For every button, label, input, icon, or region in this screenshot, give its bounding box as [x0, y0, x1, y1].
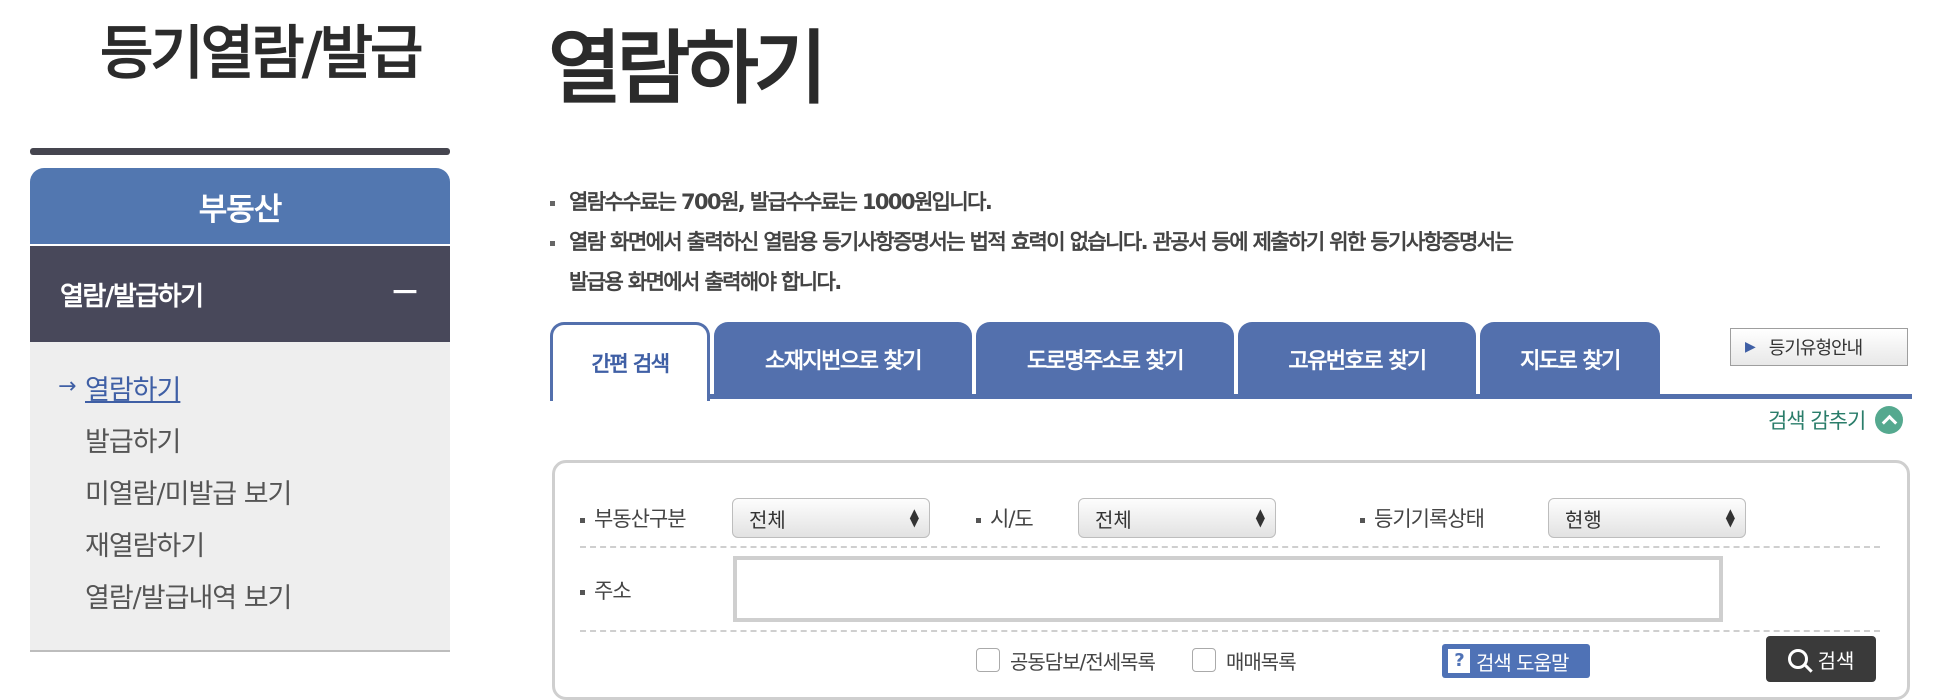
sidebar-item-issue[interactable]: 발급하기: [85, 420, 181, 459]
tab-simple-search[interactable]: 간편 검색: [550, 322, 710, 401]
record-status-label: 등기기록상태: [1360, 503, 1485, 533]
sidebar-section-header[interactable]: 부동산: [30, 168, 450, 244]
notice-legal-cont: 발급용 화면에서 출력해야 합니다.: [569, 270, 842, 294]
property-type-select[interactable]: 전체 ▲ ▼: [732, 498, 930, 538]
tab-lot-number[interactable]: 소재지번으로 찾기: [714, 322, 972, 396]
page-title: 열람하기: [548, 22, 827, 115]
address-input[interactable]: [733, 556, 1723, 622]
question-icon: ?: [1448, 649, 1470, 673]
sido-label: 시/도: [976, 503, 1034, 533]
collapse-search-button[interactable]: 검색 감추기: [1768, 405, 1904, 435]
sidebar-divider: [30, 148, 450, 155]
notice-legal: 열람 화면에서 출력하신 열람용 등기사항증명서는 법적 효력이 없습니다. 관…: [550, 226, 1514, 256]
chevron-up-icon: [1875, 406, 1904, 434]
tab-unique-number[interactable]: 고유번호로 찾기: [1238, 322, 1476, 396]
sidebar-group-header[interactable]: 열람/발급하기 －: [30, 246, 450, 342]
search-help-label: 검색 도움말: [1476, 650, 1569, 675]
select-arrow-icon: ▲ ▼: [1255, 506, 1265, 529]
arrow-right-icon: →: [58, 374, 77, 399]
tab-map[interactable]: 지도로 찾기: [1480, 322, 1660, 396]
chevron-right-icon: ▶: [1745, 339, 1756, 355]
sido-select[interactable]: 전체 ▲ ▼: [1078, 498, 1276, 538]
registry-type-guide-button[interactable]: ▶ 등기유형안내: [1730, 328, 1908, 366]
select-arrow-icon: ▲ ▼: [1725, 506, 1735, 529]
row-divider: [580, 630, 1880, 632]
property-type-label: 부동산구분: [580, 503, 687, 533]
notice-fee: 열람수수료는 700원, 발급수수료는 1000원입니다.: [550, 186, 993, 216]
joint-collateral-checkbox[interactable]: [976, 648, 1000, 672]
sale-list-label: 매매목록: [1226, 650, 1297, 674]
tab-road-address[interactable]: 도로명주소로 찾기: [976, 322, 1234, 396]
sidebar-item-history[interactable]: 열람/발급내역 보기: [85, 576, 292, 615]
collapse-search-label: 검색 감추기: [1768, 409, 1866, 433]
sidebar-title: 등기열람/발급: [100, 19, 423, 87]
search-button[interactable]: 검색: [1766, 636, 1876, 682]
search-help-button[interactable]: ? 검색 도움말: [1442, 644, 1590, 678]
select-arrow-icon: ▲ ▼: [909, 506, 919, 529]
joint-collateral-label: 공동담보/전세목록: [1010, 650, 1156, 674]
record-status-select[interactable]: 현행 ▲ ▼: [1548, 498, 1746, 538]
search-button-label: 검색: [1817, 648, 1855, 673]
guide-button-label: 등기유형안내: [1768, 338, 1863, 359]
address-label: 주소: [580, 575, 632, 605]
sidebar-item-pending[interactable]: 미열람/미발급 보기: [85, 472, 292, 511]
sidebar-menu: → 열람하기 발급하기 미열람/미발급 보기 재열람하기 열람/발급내역 보기: [30, 342, 450, 652]
row-divider: [580, 546, 1880, 548]
search-icon: [1787, 649, 1808, 669]
sale-list-checkbox[interactable]: [1192, 648, 1216, 672]
sidebar-item-view[interactable]: 열람하기: [85, 368, 181, 407]
sidebar-group-label: 열람/발급하기: [60, 281, 204, 312]
collapse-toggle-icon[interactable]: －: [390, 268, 420, 312]
sidebar-item-review[interactable]: 재열람하기: [85, 524, 205, 563]
